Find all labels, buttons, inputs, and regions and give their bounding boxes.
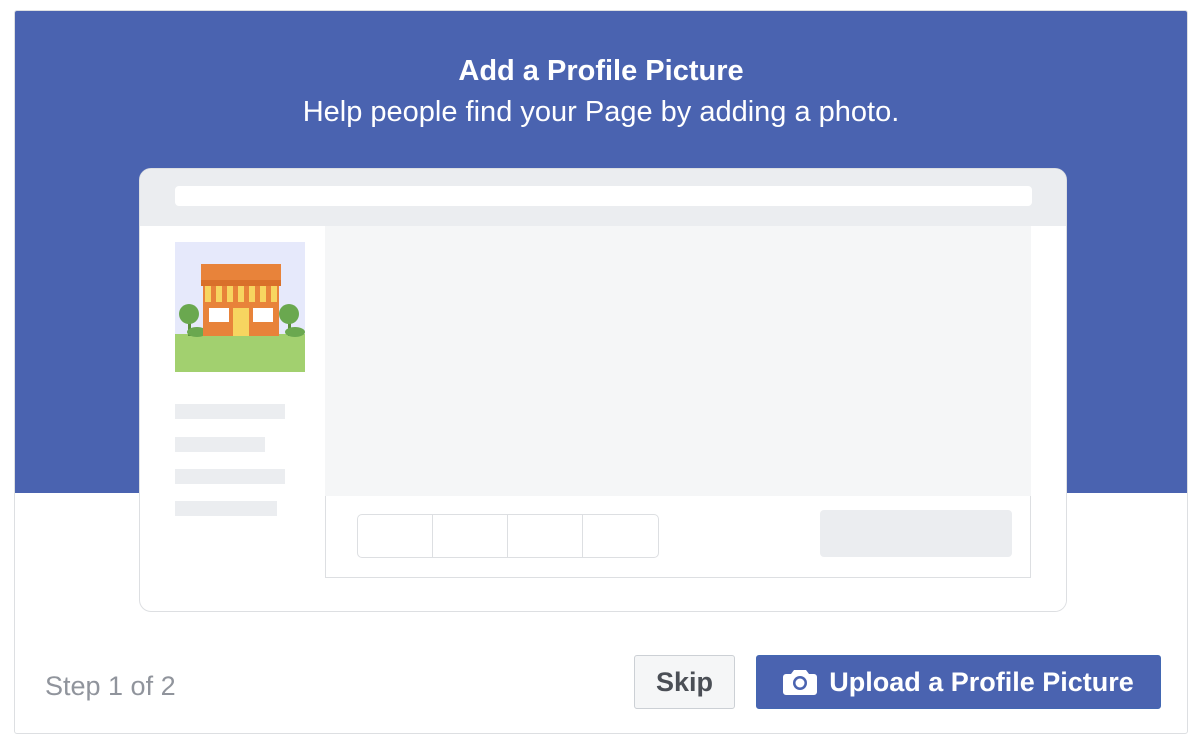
- mock-action-bar: [325, 496, 1031, 578]
- step-indicator: Step 1 of 2: [45, 671, 176, 701]
- mock-tab: [508, 515, 583, 557]
- skip-button[interactable]: Skip: [634, 655, 735, 709]
- storefront-illustration-icon: [175, 242, 305, 372]
- mock-profile-picture: [175, 242, 305, 372]
- mock-address-bar: [175, 186, 1032, 206]
- upload-profile-picture-button[interactable]: Upload a Profile Picture: [756, 655, 1161, 709]
- mock-nav-line: [175, 437, 265, 452]
- mock-right-rail: [1032, 226, 1066, 611]
- mock-cover-area: [325, 226, 1031, 496]
- mock-browser-bar: [140, 169, 1066, 226]
- dialog-subtitle: Help people find your Page by adding a p…: [302, 96, 900, 128]
- mock-nav-line: [175, 469, 285, 484]
- mock-tab: [358, 515, 433, 557]
- mock-tab: [583, 515, 658, 557]
- mock-nav-line: [175, 404, 285, 419]
- dialog-title: Add a Profile Picture: [458, 55, 744, 87]
- camera-icon: [783, 670, 818, 695]
- mock-nav-line: [175, 501, 277, 516]
- upload-button-label: Upload a Profile Picture: [829, 666, 1134, 697]
- add-profile-picture-dialog: Add a Profile Picture Help people find y…: [14, 10, 1188, 734]
- mock-cta-button: [820, 510, 1012, 557]
- mock-tab-group: [357, 514, 659, 558]
- skip-button-label: Skip: [655, 666, 714, 697]
- mock-tab: [433, 515, 508, 557]
- page-preview-mockup: [139, 168, 1067, 612]
